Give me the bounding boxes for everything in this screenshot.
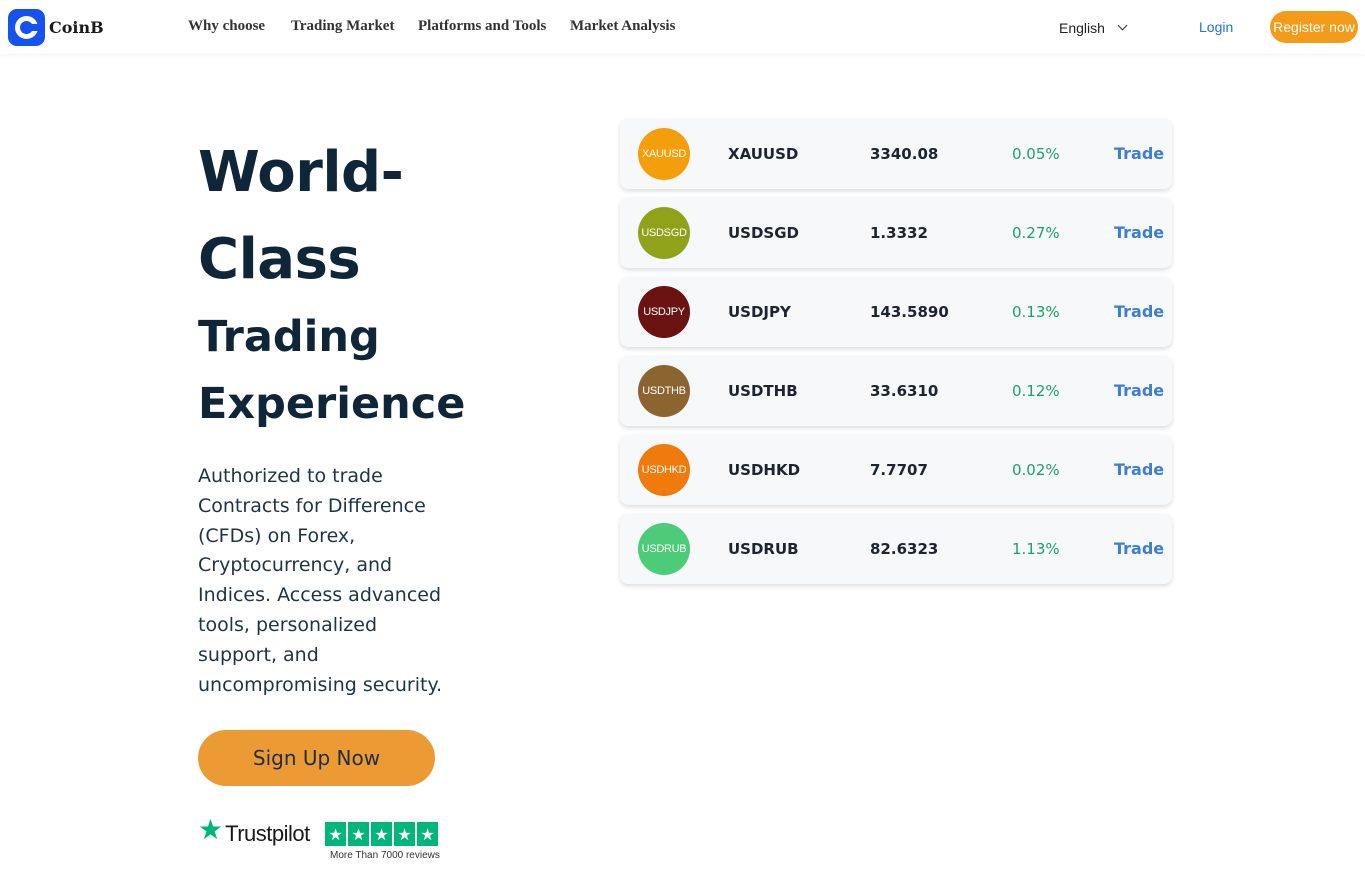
nav-why-choose[interactable]: Why choose bbox=[188, 18, 265, 35]
market-symbol: XAUUSD bbox=[728, 145, 799, 163]
coinb-logo-icon bbox=[8, 9, 45, 46]
hero-title-line-3: Trading bbox=[198, 312, 380, 362]
nav-trading-market[interactable]: Trading Market bbox=[291, 18, 394, 35]
coin-icon: USDSGD bbox=[638, 207, 690, 259]
market-row: XAUUSD XAUUSD 3340.08 0.05% Trade bbox=[620, 119, 1172, 189]
star-icon: ★ bbox=[371, 822, 392, 846]
market-price: 33.6310 bbox=[870, 382, 939, 400]
sign-up-button[interactable]: Sign Up Now bbox=[198, 730, 435, 786]
market-change: 0.02% bbox=[1012, 461, 1060, 479]
star-icon: ★ bbox=[348, 822, 369, 846]
nav-market-analysis[interactable]: Market Analysis bbox=[570, 18, 675, 35]
market-row: USDSGD USDSGD 1.3332 0.27% Trade bbox=[620, 198, 1172, 268]
trade-link[interactable]: Trade bbox=[1114, 144, 1164, 163]
market-price: 1.3332 bbox=[870, 224, 928, 242]
trustpilot-rating: ★ ★ ★ ★ ★ bbox=[325, 822, 438, 846]
brand-name: CoinB bbox=[49, 18, 104, 37]
coin-icon: USDJPY bbox=[638, 286, 690, 338]
market-symbol: USDHKD bbox=[728, 461, 801, 479]
chevron-down-icon bbox=[1117, 20, 1128, 31]
star-icon: ★ bbox=[325, 822, 346, 846]
market-change: 1.13% bbox=[1012, 540, 1060, 558]
market-row: USDJPY USDJPY 143.5890 0.13% Trade bbox=[620, 277, 1172, 347]
trustpilot-badge[interactable]: ★ Trustpilot ★ ★ ★ ★ ★ More Than 7000 re… bbox=[198, 813, 440, 862]
trade-link[interactable]: Trade bbox=[1114, 223, 1164, 242]
hero-title-line-4: Experience bbox=[198, 378, 466, 429]
brand-logo[interactable]: CoinB bbox=[8, 9, 104, 46]
market-symbol: USDTHB bbox=[728, 382, 798, 400]
market-price: 82.6323 bbox=[870, 540, 939, 558]
nav-platforms-tools[interactable]: Platforms and Tools bbox=[418, 18, 546, 35]
trustpilot-reviews: More Than 7000 reviews bbox=[330, 850, 440, 861]
hero-description: Authorized to trade Contracts for Differ… bbox=[198, 465, 443, 696]
market-change: 0.13% bbox=[1012, 303, 1060, 321]
market-change: 0.05% bbox=[1012, 145, 1060, 163]
market-row: USDTHB USDTHB 33.6310 0.12% Trade bbox=[620, 356, 1172, 426]
coin-icon: USDHKD bbox=[638, 444, 690, 496]
coin-icon: USDTHB bbox=[638, 365, 690, 417]
trade-link[interactable]: Trade bbox=[1114, 302, 1164, 321]
market-row: USDRUB USDRUB 82.6323 1.13% Trade bbox=[620, 514, 1172, 584]
hero-title-secondary: Trading Experience bbox=[198, 304, 578, 437]
market-symbol: USDSGD bbox=[728, 224, 800, 242]
market-change: 0.27% bbox=[1012, 224, 1060, 242]
register-button[interactable]: Register now bbox=[1270, 11, 1358, 43]
login-link[interactable]: Login bbox=[1199, 19, 1233, 35]
hero-title-line-1: World- bbox=[198, 140, 404, 205]
market-symbol: USDJPY bbox=[728, 303, 791, 321]
trustpilot-star-icon: ★ bbox=[198, 813, 224, 846]
trustpilot-label: Trustpilot bbox=[225, 821, 310, 846]
market-price: 143.5890 bbox=[870, 303, 949, 321]
market-symbol: USDRUB bbox=[728, 540, 799, 558]
market-price: 7.7707 bbox=[870, 461, 928, 479]
coin-icon: USDRUB bbox=[638, 523, 690, 575]
hero-title-primary: World- Class bbox=[198, 130, 498, 304]
market-price: 3340.08 bbox=[870, 145, 939, 163]
market-change: 0.12% bbox=[1012, 382, 1060, 400]
star-icon: ★ bbox=[417, 822, 438, 846]
trade-link[interactable]: Trade bbox=[1114, 539, 1164, 558]
language-selector[interactable]: English bbox=[1059, 20, 1128, 36]
hero-title-line-2: Class bbox=[198, 226, 361, 292]
market-row: USDHKD USDHKD 7.7707 0.02% Trade bbox=[620, 435, 1172, 505]
trade-link[interactable]: Trade bbox=[1114, 460, 1164, 479]
star-icon: ★ bbox=[394, 822, 415, 846]
trade-link[interactable]: Trade bbox=[1114, 381, 1164, 400]
language-label: English bbox=[1059, 20, 1105, 36]
site-header: CoinB Why choose Trading Market Platform… bbox=[0, 0, 1365, 54]
coin-icon: XAUUSD bbox=[638, 128, 690, 180]
